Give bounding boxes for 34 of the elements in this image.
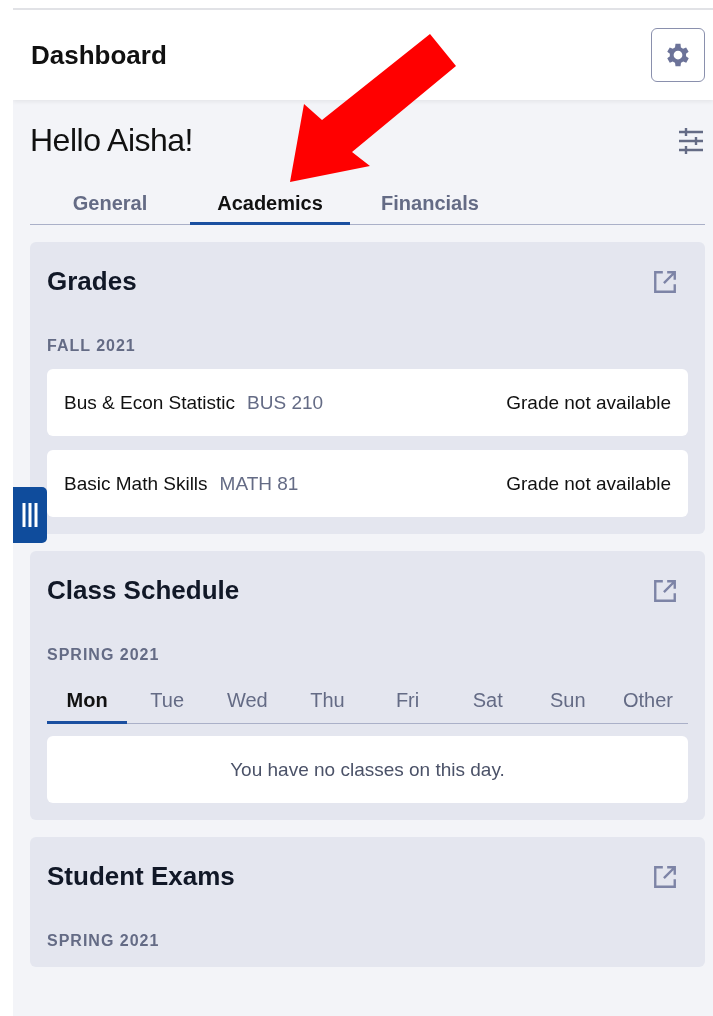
external-link-icon[interactable] [652,577,678,604]
course-row[interactable]: Bus & Econ Statistic BUS 210 Grade not available [47,369,688,436]
day-tab[interactable]: Other [607,684,688,724]
grade-status: Grade not available [506,391,671,414]
tab[interactable]: Financials [350,191,510,225]
course-code: BUS 210 [247,391,324,413]
settings-button[interactable] [651,28,705,82]
grade-status: Grade not available [506,472,671,495]
page-title: Dashboard [31,39,167,71]
filter-sliders-icon[interactable] [677,127,705,154]
day-tab[interactable]: Sat [447,684,528,724]
day-tab[interactable]: Wed [207,684,288,724]
external-link-icon[interactable] [652,863,678,890]
day-tab[interactable]: Mon [47,684,128,724]
day-tab[interactable]: Sun [527,684,608,724]
external-link-icon[interactable] [652,268,678,295]
course-code: MATH 81 [219,472,299,494]
empty-message: You have no classes on this day. [47,736,688,803]
course-name: Bus & Econ Statistic [64,391,236,413]
tab[interactable]: General [30,191,190,225]
greeting: Hello Aisha! [30,122,193,159]
day-tab[interactable]: Tue [127,684,208,724]
card-title: Student Exams [47,861,235,892]
course-row[interactable]: Basic Math Skills MATH 81 Grade not available [47,450,688,517]
term-label: SPRING 2021 [47,646,161,664]
drawer-handle[interactable] [13,487,47,543]
day-tab[interactable]: Fri [367,684,448,724]
course-name: Basic Math Skills [64,472,208,494]
term-label: SPRING 2021 [47,932,161,950]
tab[interactable]: Academics [190,191,350,225]
card-title: Grades [47,266,137,297]
term-label: FALL 2021 [47,337,137,355]
day-tab[interactable]: Thu [287,684,368,724]
card-title: Class Schedule [47,575,240,606]
